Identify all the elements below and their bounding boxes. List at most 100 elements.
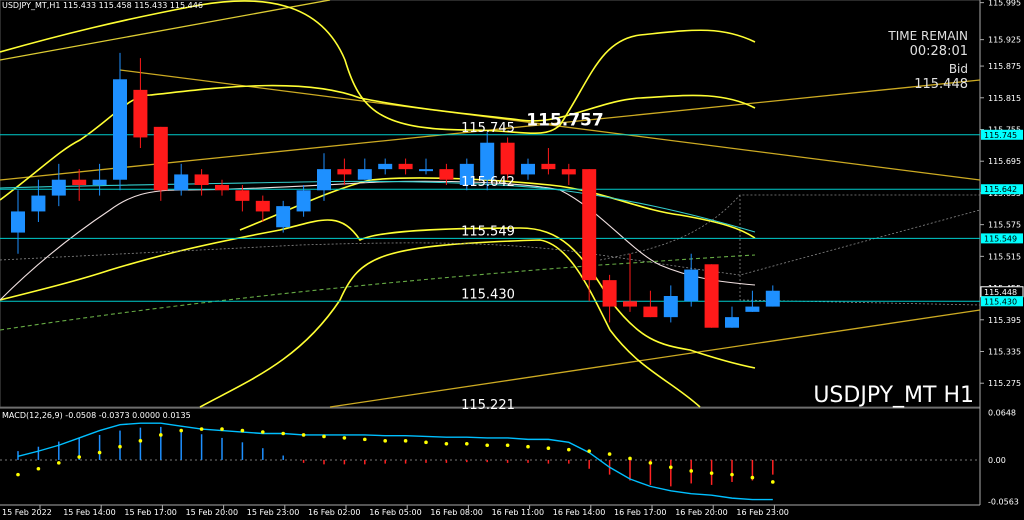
macd-signal-dot xyxy=(546,446,551,450)
candle-body xyxy=(500,142,515,175)
macd-signal-dot xyxy=(77,455,81,459)
candle-body xyxy=(623,301,637,307)
macd-signal-dot xyxy=(750,475,755,480)
macd-signal-dot xyxy=(16,472,20,477)
bid-value: 115.448 xyxy=(914,77,968,92)
macd-signal-dot xyxy=(36,466,41,471)
macd-axis-label: -0.0563 xyxy=(988,497,1019,506)
time-tick-label: 15 Feb 2022 xyxy=(2,508,52,517)
price-tick-label: 115.925 xyxy=(988,36,1021,45)
time-remain-value: 00:28:01 xyxy=(910,44,968,59)
candle-body xyxy=(561,169,576,175)
macd-signal-dot xyxy=(465,441,469,446)
macd-signal-dot xyxy=(281,431,286,436)
price-tag-label: 115.745 xyxy=(984,131,1017,140)
macd-signal-dot xyxy=(567,447,571,452)
level-label: 115.642 xyxy=(461,175,515,190)
time-tick-label: 16 Feb 05:00 xyxy=(369,508,421,517)
macd-signal-dot xyxy=(587,449,591,453)
macd-axis-label: 0.00 xyxy=(988,456,1006,465)
candle-body xyxy=(541,163,556,170)
cloud-edge-b xyxy=(599,194,980,261)
candle-body xyxy=(235,190,250,201)
time-tick-label: 16 Feb 11:00 xyxy=(492,508,544,517)
macd-signal-dot xyxy=(159,433,163,437)
macd-panel: 0.0648 0.00 -0.0563 xyxy=(0,408,1019,506)
macd-signal-dot xyxy=(485,443,490,448)
time-tick-label: 16 Feb 17:00 xyxy=(614,508,666,517)
macd-signal-dot xyxy=(424,440,428,445)
macd-signal-dot xyxy=(301,433,306,437)
level-label: 115.757 xyxy=(526,110,603,130)
main-plot-frame xyxy=(0,0,981,408)
price-tick-label: 115.515 xyxy=(988,252,1021,261)
macd-signal-dot xyxy=(363,437,367,442)
candle-body xyxy=(11,211,25,233)
candle-body xyxy=(419,169,433,172)
candle-body xyxy=(684,269,699,302)
candle-body xyxy=(153,126,168,191)
bb-lower-band xyxy=(0,219,756,369)
candle-body xyxy=(51,179,66,196)
candle-body xyxy=(643,306,658,318)
macd-signal-dot xyxy=(669,465,673,470)
macd-signal-dot xyxy=(57,461,61,465)
candle-body xyxy=(92,179,107,185)
macd-signal-dot xyxy=(526,444,530,449)
candle-body xyxy=(725,317,739,328)
candle-body xyxy=(582,169,597,281)
candle-body xyxy=(439,169,454,180)
macd-signal-dot xyxy=(730,472,734,477)
candle-body xyxy=(255,200,270,212)
macd-signal-dot xyxy=(403,439,408,443)
macd-signal-dot xyxy=(607,452,612,456)
time-tick-label: 16 Feb 08:00 xyxy=(430,508,482,517)
macd-axis-label: 0.0648 xyxy=(988,408,1016,417)
candle-body xyxy=(215,185,229,191)
macd-signal-dot xyxy=(383,439,388,443)
macd-signal-dot xyxy=(648,461,653,465)
macd-signal-dot xyxy=(261,430,265,434)
price-tick-label: 115.875 xyxy=(988,62,1021,71)
candle-body xyxy=(378,163,393,170)
candle-body xyxy=(296,190,311,212)
candle-body xyxy=(31,195,46,212)
time-remain-label: TIME REMAIN xyxy=(887,29,968,43)
level-label: 115.221 xyxy=(461,398,515,413)
macd-signal-dot xyxy=(322,434,326,439)
price-tick-label: 115.815 xyxy=(988,94,1021,103)
price-chart[interactable]: 115.745 115.757 115.642 115.549 115.430 115.2… xyxy=(0,0,1024,520)
macd-signal-dot xyxy=(199,427,204,431)
time-tick-label: 16 Feb 23:00 xyxy=(736,508,788,517)
price-tick-label: 115.335 xyxy=(988,348,1021,357)
time-tick-label: 15 Feb 23:00 xyxy=(247,508,299,517)
ma-white xyxy=(0,180,756,301)
macd-signal-dot xyxy=(179,428,183,433)
candle-body xyxy=(174,174,189,191)
candle-body xyxy=(765,290,780,307)
macd-signal-dot xyxy=(709,471,714,475)
level-label: 115.549 xyxy=(461,224,515,239)
candle-body xyxy=(72,179,87,185)
candles xyxy=(11,52,780,328)
macd-signal-dot xyxy=(97,450,102,455)
candle-body xyxy=(521,163,535,175)
price-tick-label: 115.275 xyxy=(988,379,1021,388)
time-tick-label: 15 Feb 14:00 xyxy=(63,508,115,517)
macd-signal-dot xyxy=(240,428,245,433)
price-tag-label: 115.430 xyxy=(984,297,1017,306)
price-tick-label: 115.695 xyxy=(988,157,1021,166)
macd-signal-dot xyxy=(444,441,449,446)
candle-body xyxy=(480,142,495,180)
macd-label: MACD(12,26,9) -0.0508 -0.0373 0.0000 0.0… xyxy=(2,411,191,420)
price-tag-label: 115.642 xyxy=(984,185,1017,194)
macd-signal-dot xyxy=(771,480,775,484)
candle-body xyxy=(337,169,352,175)
price-tag-label: 115.448 xyxy=(984,288,1017,297)
candle-body xyxy=(194,174,209,185)
ma-green-dashed xyxy=(0,254,756,331)
price-tick-label: 115.395 xyxy=(988,316,1021,325)
price-tag-label: 115.549 xyxy=(984,234,1017,243)
bb-outer-lower xyxy=(199,239,701,408)
time-tick-label: 16 Feb 02:00 xyxy=(308,508,360,517)
